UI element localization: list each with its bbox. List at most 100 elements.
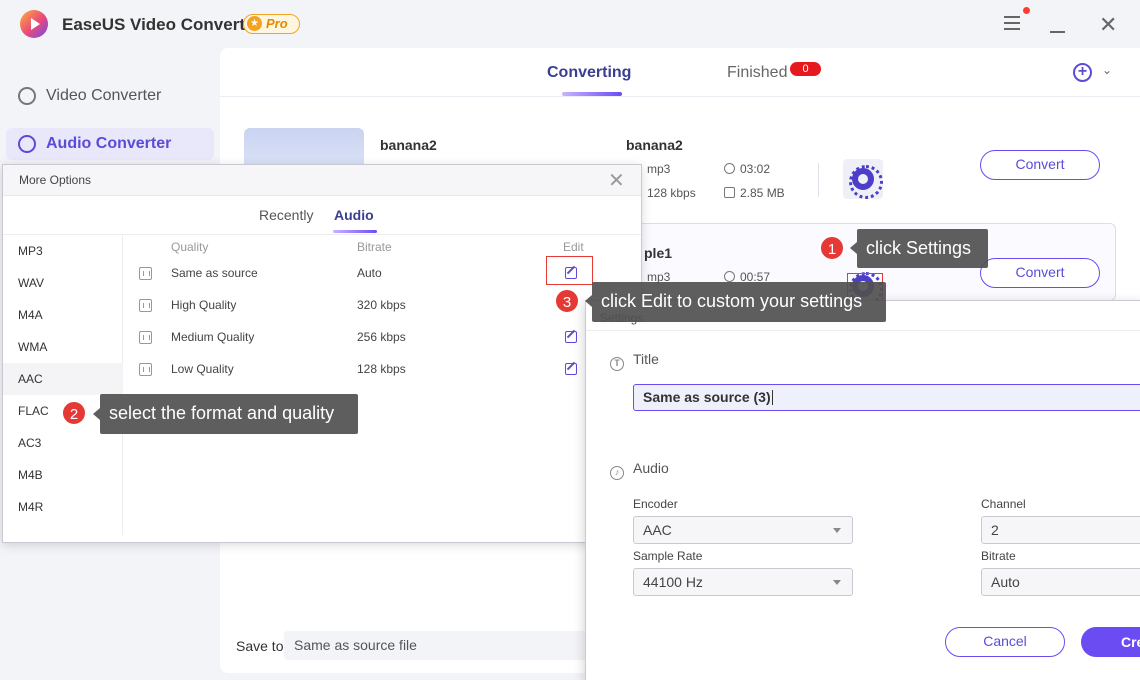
sidebar-item-label: Audio Converter (46, 135, 172, 152)
bitrate-select[interactable]: Auto (981, 568, 1140, 596)
more-options-dialog: More Options ✕ Recently Audio MP3 WAV M4… (2, 164, 642, 543)
tooltip-arrow (93, 408, 100, 420)
encoder-label: Encoder (633, 497, 678, 511)
sidebar-item-audio-converter[interactable]: Audio Converter (6, 128, 214, 160)
column-header-quality: Quality (171, 240, 209, 254)
pro-badge-label: Pro (266, 16, 288, 31)
dropdown-arrow-icon (833, 580, 841, 585)
quality-name: Low Quality (171, 362, 234, 376)
save-to-select[interactable]: Same as source file (284, 631, 594, 660)
chevron-down-icon[interactable]: ⌄ (1102, 63, 1112, 77)
quality-name: High Quality (171, 298, 237, 312)
format-item[interactable]: WMA (3, 331, 123, 363)
divider (220, 96, 1140, 97)
app-title: EaseUS Video Converter (62, 15, 262, 34)
sample-rate-label: Sample Rate (633, 549, 703, 563)
quality-row[interactable]: Low Quality 128 kbps (123, 354, 583, 386)
save-to-label: Save to: (236, 638, 288, 654)
output-bitrate: 128 kbps (647, 186, 696, 200)
music-note-icon: ♪ (610, 466, 624, 480)
step-badge: 1 (819, 235, 845, 261)
sample-rate-select[interactable]: 44100 Hz (633, 568, 853, 596)
app-logo-icon (20, 10, 48, 38)
title-section-heading: T Title (610, 351, 659, 371)
notification-dot (1023, 7, 1030, 14)
quality-bitrate: 256 kbps (357, 330, 406, 344)
format-item[interactable]: M4R (3, 491, 123, 523)
pro-badge[interactable]: ★ Pro (243, 14, 300, 34)
column-header-bitrate: Bitrate (357, 240, 392, 254)
channel-select[interactable]: 2 (981, 516, 1140, 544)
bitrate-label: Bitrate (981, 549, 1016, 563)
tooltip-arrow (585, 295, 592, 307)
audio-wave-icon (139, 267, 152, 280)
star-icon: ★ (247, 16, 262, 31)
output-file-name[interactable]: banana2 (626, 137, 683, 153)
encoder-select[interactable]: AAC (633, 516, 853, 544)
output-size: 2.85 MB (724, 186, 785, 200)
step-badge: 3 (554, 288, 580, 314)
format-item-selected[interactable]: AAC (3, 363, 123, 395)
output-format: mp3 (647, 162, 671, 176)
tab-finished[interactable]: Finished (727, 64, 787, 82)
text-caret (771, 390, 773, 405)
tab-underline (333, 230, 377, 233)
minimize-icon[interactable] (1050, 31, 1065, 33)
tab-converting[interactable]: Converting (547, 64, 631, 82)
file-thumbnail (244, 128, 364, 168)
output-duration: 03:02 (724, 162, 770, 176)
edit-highlight (546, 256, 593, 285)
quality-bitrate: 320 kbps (357, 298, 406, 312)
settings-button[interactable] (843, 159, 883, 199)
cancel-button[interactable]: Cancel (945, 627, 1065, 657)
gear-icon (849, 165, 883, 199)
audio-section-heading: ♪ Audio (610, 460, 669, 480)
finished-count-badge: 0 (790, 62, 821, 76)
quality-row[interactable]: Medium Quality 256 kbps (123, 322, 583, 354)
quality-name: Same as source (171, 266, 258, 280)
quality-bitrate: 128 kbps (357, 362, 406, 376)
audio-wave-icon (139, 331, 152, 344)
quality-bitrate: Auto (357, 266, 382, 280)
sidebar-item-label: Video Converter (46, 87, 162, 104)
format-item[interactable]: M4A (3, 299, 123, 331)
tab-audio[interactable]: Audio (334, 207, 374, 223)
source-file-name: banana2 (380, 137, 437, 153)
audio-wave-icon (139, 363, 152, 376)
clock-icon (724, 163, 735, 174)
edit-icon[interactable] (565, 363, 577, 375)
channel-label: Channel (981, 497, 1026, 511)
quality-name: Medium Quality (171, 330, 255, 344)
column-header-edit: Edit (563, 240, 584, 254)
divider (818, 163, 819, 197)
convert-button[interactable]: Convert (980, 258, 1100, 288)
tooltip-click-settings: click Settings (857, 229, 988, 268)
audio-converter-icon (18, 135, 36, 153)
text-icon: T (610, 357, 624, 371)
format-item[interactable]: M4B (3, 459, 123, 491)
quality-row[interactable]: Same as source Auto (123, 258, 583, 290)
add-file-icon[interactable]: + (1073, 63, 1092, 82)
video-converter-icon (18, 87, 36, 105)
tab-recently[interactable]: Recently (259, 207, 313, 223)
close-window-icon[interactable]: ✕ (1099, 14, 1117, 36)
title-input[interactable]: Same as source (3) (633, 384, 1140, 411)
settings-dialog: Settings TTitle Same as source (3) ♪Audi… (585, 300, 1140, 680)
close-icon[interactable]: ✕ (608, 168, 625, 193)
tooltip-click-edit: click Edit to custom your settings (592, 282, 886, 322)
output-file-name[interactable]: ple1 (644, 245, 672, 261)
format-item[interactable]: WAV (3, 267, 123, 299)
edit-icon[interactable] (565, 331, 577, 343)
dialog-title: More Options (3, 165, 641, 196)
quality-row[interactable]: High Quality 320 kbps (123, 290, 583, 322)
format-item[interactable]: MP3 (3, 235, 123, 267)
audio-wave-icon (139, 299, 152, 312)
tooltip-arrow (850, 242, 857, 254)
create-button[interactable]: Cre (1081, 627, 1140, 657)
convert-button[interactable]: Convert (980, 150, 1100, 180)
menu-icon[interactable] (1004, 16, 1020, 32)
tooltip-select-format: select the format and quality (100, 394, 358, 434)
sidebar-item-video-converter[interactable]: Video Converter (6, 80, 214, 112)
step-badge: 2 (61, 400, 87, 426)
folder-icon (724, 187, 735, 198)
